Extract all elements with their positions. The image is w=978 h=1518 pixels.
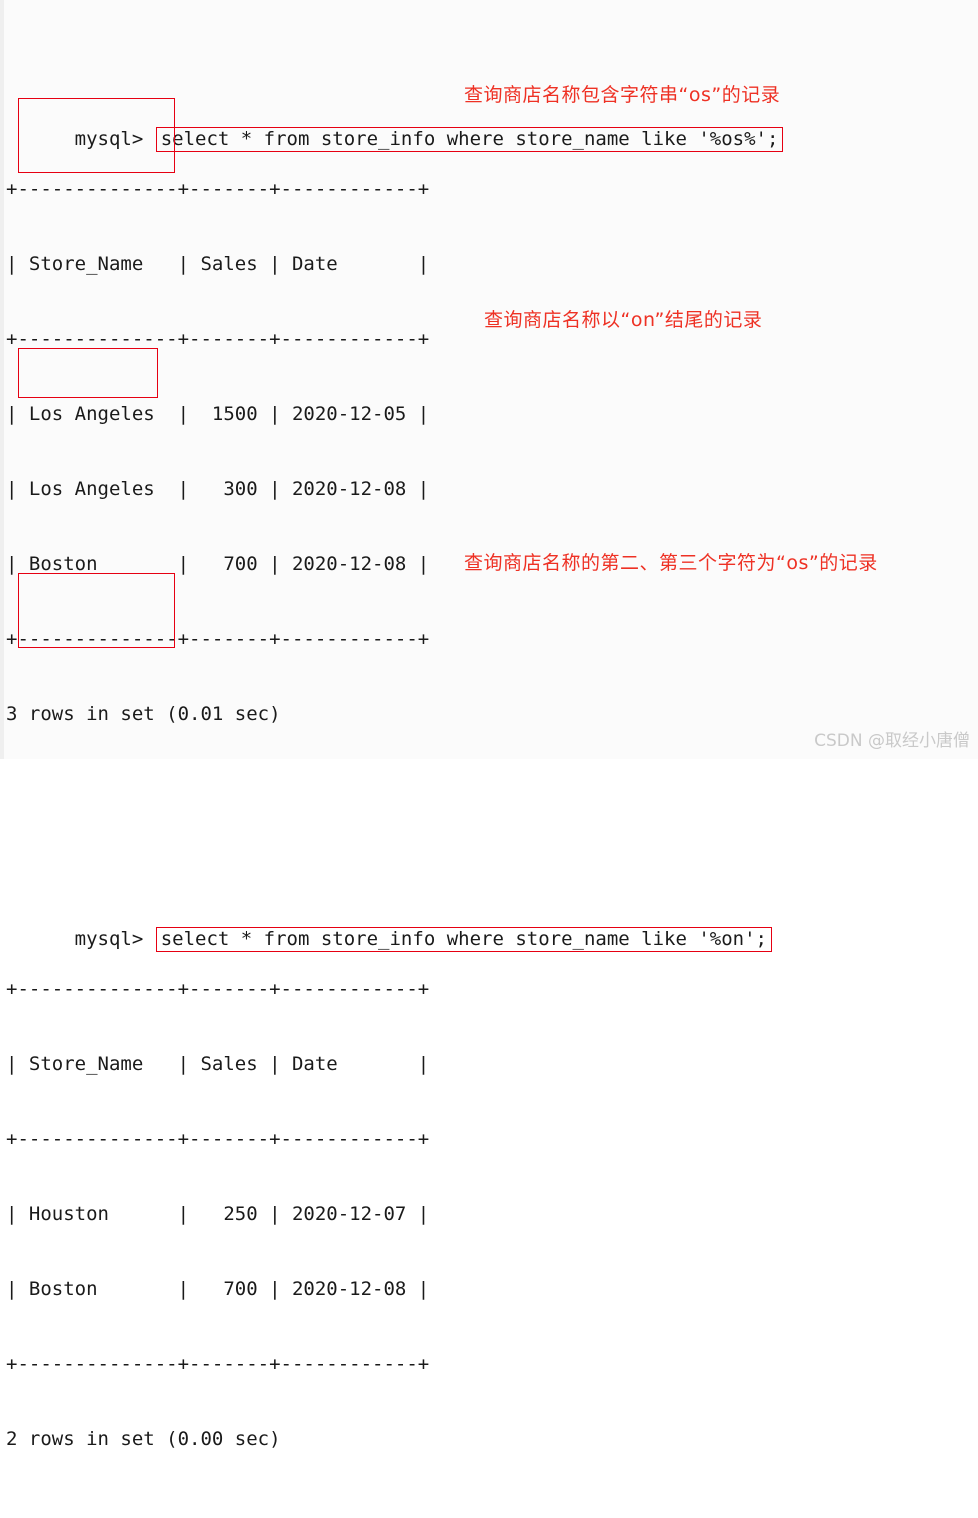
table-separator-top-2: +--------------+-------+------------+ [6,978,430,1000]
status-line-1: 3 rows in set (0.01 sec) [6,703,281,725]
sql-query-2[interactable]: select * from store_info where store_nam… [155,927,772,952]
table-separator-bottom-1: +--------------+-------+------------+ [6,628,430,650]
annotation-1: 查询商店名称包含字符串“os”的记录 [464,84,781,106]
command-line-2[interactable]: mysql> select * from store_info where st… [6,902,966,952]
table-row: | Houston | 250 | 2020-12-07 | [6,1203,430,1225]
sql-query-1[interactable]: select * from store_info where store_nam… [155,127,784,152]
table-row: | Los Angeles | 300 | 2020-12-08 | [6,478,430,500]
table-header-2: | Store_Name | Sales | Date | [6,1053,430,1075]
terminal-window[interactable]: mysql> select * from store_info where st… [0,0,978,1450]
terminal-console-output: mysql> select * from store_info where st… [6,2,966,1518]
table-separator-bottom-2: +--------------+-------+------------+ [6,1353,430,1375]
csdn-watermark: CSDN @取经小唐僧 [814,731,970,751]
table-separator-mid-2: +--------------+-------+------------+ [6,1128,430,1150]
prompt-1: mysql> [74,128,155,150]
table-header-1: | Store_Name | Sales | Date | [6,253,430,275]
annotation-2: 查询商店名称以“on”结尾的记录 [484,309,763,331]
terminal-left-gutter [0,0,4,759]
prompt-2: mysql> [74,928,155,950]
table-row: | Boston | 700 | 2020-12-08 | [6,1278,430,1300]
status-line-2: 2 rows in set (0.00 sec) [6,1428,281,1450]
table-row: | Los Angeles | 1500 | 2020-12-05 | [6,403,430,425]
table-separator-top-1: +--------------+-------+------------+ [6,178,430,200]
annotation-3: 查询商店名称的第二、第三个字符为“os”的记录 [464,552,878,574]
